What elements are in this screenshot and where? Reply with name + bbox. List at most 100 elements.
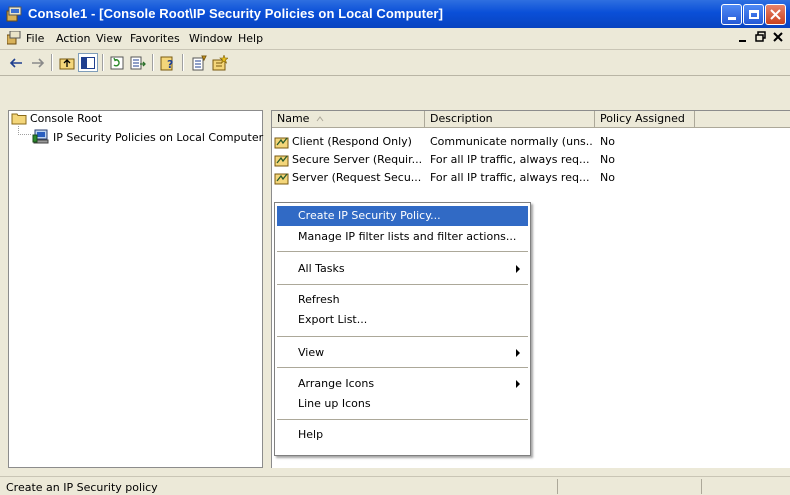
tree-item-console-root[interactable]: Console Root — [11, 112, 102, 125]
column-header-label: Name — [277, 112, 310, 125]
column-header-description[interactable]: Description — [425, 111, 595, 127]
console-system-menu-icon[interactable] — [7, 31, 21, 45]
policy-name: Client (Respond Only) — [292, 135, 412, 148]
menu-action[interactable]: Action — [56, 32, 90, 45]
help-button[interactable]: ? — [158, 53, 178, 72]
svg-text:?: ? — [167, 58, 173, 71]
up-folder-icon — [59, 58, 75, 69]
column-header-row: Name Description Policy Assigned — [272, 111, 790, 128]
menu-item-line-up-icons[interactable]: Line up Icons — [277, 394, 528, 414]
folder-icon — [11, 113, 27, 125]
create-ip-security-policy-button[interactable] — [210, 53, 230, 72]
menu-item-refresh[interactable]: Refresh — [277, 290, 528, 310]
menu-item-export-list[interactable]: Export List... — [277, 310, 528, 330]
policy-icon — [274, 137, 289, 149]
menu-window[interactable]: Window — [189, 32, 232, 45]
back-arrow-icon — [9, 57, 22, 68]
menu-separator — [277, 251, 528, 252]
mmc-app-icon[interactable] — [6, 6, 22, 22]
context-menu: Create IP Security Policy... Manage IP f… — [274, 202, 531, 456]
toolbar-separator — [102, 54, 104, 71]
maximize-button[interactable] — [743, 4, 764, 25]
tree-item-label: Console Root — [30, 112, 103, 125]
status-bar: Create an IP Security policy — [0, 476, 790, 495]
menu-bar: File Action View Favorites Window Help — [0, 28, 790, 50]
policy-name: Server (Request Secu... — [292, 171, 422, 184]
policy-assigned-value: No — [600, 135, 615, 148]
tree-item-ip-security-policies[interactable]: IP Security Policies on Local Computer — [32, 129, 263, 145]
status-text: Create an IP Security policy — [6, 481, 158, 494]
policy-description: For all IP traffic, always req... — [430, 171, 590, 184]
toolbar-separator — [152, 54, 154, 71]
menu-separator — [277, 284, 528, 285]
menu-separator — [277, 419, 528, 420]
minimize-button[interactable] — [721, 4, 742, 25]
policy-name-cell: Server (Request Secu... — [274, 171, 427, 185]
minimize-icon — [739, 40, 746, 42]
title-bar[interactable]: Console1 - [Console Root\IP Security Pol… — [0, 0, 790, 28]
close-icon — [770, 9, 781, 20]
menu-separator — [277, 367, 528, 368]
list-row[interactable]: Server (Request Secu... For all IP traff… — [272, 169, 790, 187]
maximize-icon — [748, 10, 759, 19]
ip-security-computer-icon — [32, 129, 49, 144]
list-row[interactable]: Secure Server (Requir... For all IP traf… — [272, 151, 790, 169]
menu-item-view[interactable]: View — [277, 343, 528, 363]
menu-item-manage-ip-filter-lists[interactable]: Manage IP filter lists and filter action… — [277, 227, 528, 247]
forward-arrow-icon — [32, 57, 45, 68]
create-policy-icon — [212, 54, 228, 70]
back-button[interactable] — [6, 53, 26, 72]
status-bar-divider — [701, 479, 702, 494]
forward-button[interactable] — [28, 53, 48, 72]
window-title: Console1 - [Console Root\IP Security Pol… — [28, 6, 443, 21]
policy-name: Secure Server (Requir... — [292, 153, 423, 166]
submenu-arrow-icon — [516, 380, 520, 388]
policy-icon — [274, 173, 289, 185]
menu-help[interactable]: Help — [238, 32, 263, 45]
policy-assigned-value: No — [600, 153, 615, 166]
mdi-restore-button[interactable] — [755, 31, 766, 45]
tree-item-label: IP Security Policies on Local Computer — [53, 130, 264, 144]
policy-name-cell: Secure Server (Requir... — [274, 153, 427, 167]
menu-item-help[interactable]: Help — [277, 425, 528, 445]
mdi-close-button[interactable] — [773, 31, 783, 45]
console-tree-pane: Console Root IP Security Policies on Loc… — [8, 110, 263, 468]
toolbar-separator — [182, 54, 184, 71]
menu-item-label: Arrange Icons — [298, 377, 375, 390]
tree-connector-line — [18, 126, 32, 135]
close-button[interactable] — [765, 4, 786, 25]
policy-icon — [274, 155, 289, 167]
column-header-label: Description — [430, 112, 493, 125]
menu-item-arrange-icons[interactable]: Arrange Icons — [277, 374, 528, 394]
export-list-button[interactable] — [128, 53, 148, 72]
menu-favorites[interactable]: Favorites — [130, 32, 180, 45]
refresh-icon — [110, 56, 124, 69]
menu-item-label: View — [298, 346, 325, 359]
console-tree-icon — [81, 56, 95, 69]
status-bar-divider — [557, 479, 558, 494]
minimize-icon — [727, 17, 736, 20]
menu-file[interactable]: File — [26, 32, 44, 45]
show-hide-console-tree-button[interactable] — [78, 53, 98, 72]
menu-item-label: All Tasks — [298, 262, 345, 275]
submenu-arrow-icon — [516, 265, 520, 273]
submenu-arrow-icon — [516, 349, 520, 357]
menu-view[interactable]: View — [96, 32, 122, 45]
up-one-level-button[interactable] — [57, 53, 77, 72]
menu-item-create-ip-security-policy[interactable]: Create IP Security Policy... — [277, 206, 528, 226]
policy-name-cell: Client (Respond Only) — [274, 135, 427, 149]
sort-ascending-icon — [316, 116, 324, 122]
list-row[interactable]: Client (Respond Only) Communicate normal… — [272, 133, 790, 151]
mdi-minimize-button[interactable] — [739, 31, 746, 45]
export-list-icon — [130, 56, 146, 69]
column-header-name[interactable]: Name — [272, 111, 425, 127]
manage-filter-lists-button[interactable] — [189, 53, 209, 72]
refresh-button[interactable] — [107, 53, 127, 72]
menu-item-all-tasks[interactable]: All Tasks — [277, 259, 528, 279]
manage-filters-icon — [192, 55, 207, 70]
close-icon — [773, 32, 783, 42]
column-header-policy-assigned[interactable]: Policy Assigned — [595, 111, 695, 127]
restore-icon — [755, 31, 766, 42]
column-header-label: Policy Assigned — [600, 112, 685, 125]
help-icon: ? — [160, 56, 173, 71]
